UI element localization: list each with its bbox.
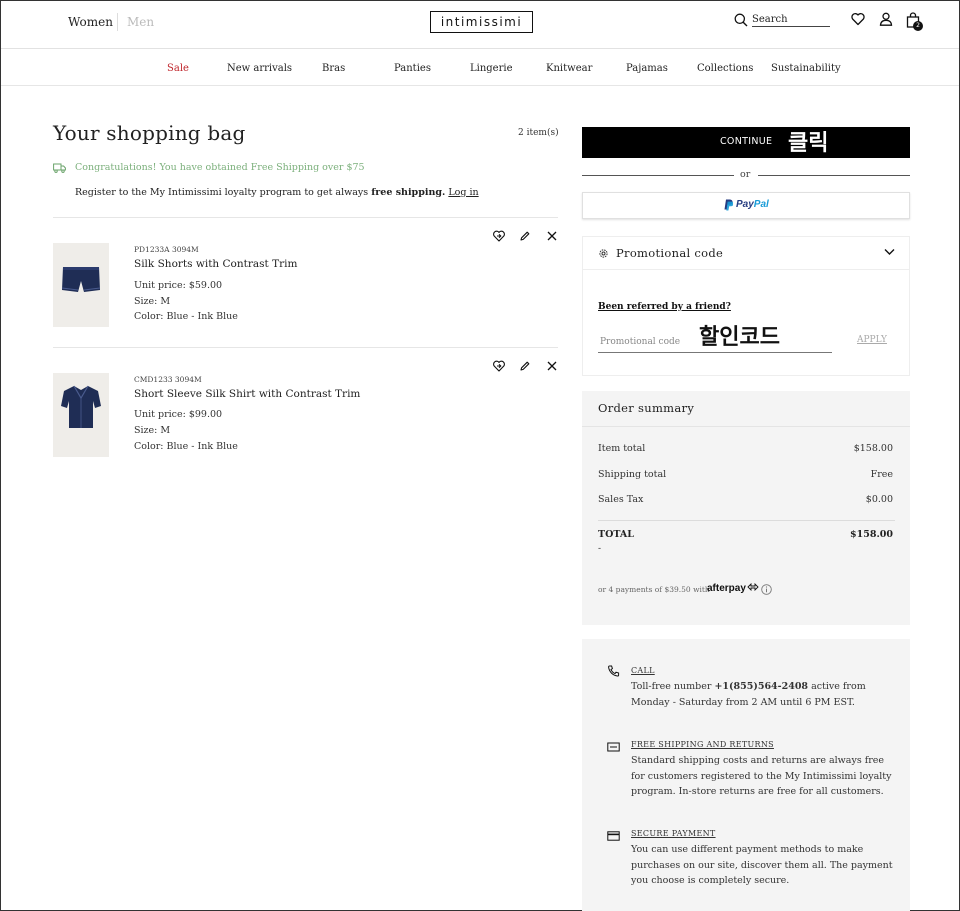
- paypal-wordmark: PayPal: [736, 199, 769, 210]
- shipping-total-value: Free: [870, 469, 893, 480]
- brand-logo[interactable]: intimissimi: [430, 11, 533, 33]
- afterpay-arrows-icon: [747, 582, 759, 592]
- info-icon[interactable]: [761, 584, 772, 595]
- product-unit-price: Unit price: $59.00: [134, 280, 223, 291]
- user-icon[interactable]: [879, 12, 893, 26]
- category-collections[interactable]: Collections: [697, 63, 753, 74]
- heart-icon[interactable]: [851, 12, 865, 26]
- category-new-arrivals[interactable]: New arrivals: [227, 63, 292, 74]
- remove-close-icon[interactable]: [546, 360, 558, 372]
- truck-icon: [53, 163, 66, 173]
- search-input[interactable]: [752, 13, 830, 27]
- total-value: $158.00: [850, 529, 893, 540]
- loyalty-register-text: Register to the My Intimissimi loyalty p…: [75, 187, 479, 198]
- category-sustainability[interactable]: Sustainability: [771, 63, 841, 74]
- continue-label: CONTINUE: [720, 136, 773, 147]
- product-code: PD1233A 3094M: [134, 245, 199, 254]
- product-color: Color: Blue - Ink Blue: [134, 311, 238, 322]
- product-name[interactable]: Silk Shorts with Contrast Trim: [134, 258, 297, 270]
- total-label: TOTAL: [598, 529, 634, 540]
- category-pajamas[interactable]: Pajamas: [626, 63, 668, 74]
- category-lingerie[interactable]: Lingerie: [470, 63, 513, 74]
- promo-code-annotation: 할인코드: [699, 325, 780, 350]
- nav-separator: [117, 13, 118, 31]
- product-code: CMD1233 3094M: [134, 375, 202, 384]
- items-count: 2 item(s): [518, 128, 559, 138]
- summary-divider: [582, 426, 910, 427]
- gear-icon: [599, 249, 608, 258]
- total-dash: -: [598, 544, 602, 554]
- or-divider-right: [758, 175, 910, 176]
- promo-header-divider: [582, 269, 910, 270]
- edit-pencil-icon[interactable]: [519, 230, 531, 242]
- call-text-prefix: Toll-free number: [631, 681, 715, 692]
- promo-code-title[interactable]: Promotional code: [616, 246, 723, 260]
- apply-button[interactable]: APPLY: [857, 335, 887, 345]
- toll-free-number: +1(855)564-2408: [714, 681, 809, 692]
- divider: [53, 347, 558, 348]
- nav-women-link[interactable]: Women: [68, 15, 113, 29]
- shirt-image: [61, 385, 101, 428]
- bag-count-badge: 2: [913, 21, 923, 31]
- remove-close-icon[interactable]: [546, 230, 558, 242]
- item-total-label: Item total: [598, 443, 646, 454]
- afterpay-wordmark: afterpay: [707, 583, 746, 594]
- order-summary-title: Order summary: [598, 401, 695, 415]
- shipping-total-label: Shipping total: [598, 469, 667, 480]
- product-image-shorts[interactable]: [53, 243, 109, 327]
- click-annotation: 클릭: [788, 131, 829, 156]
- nav-men-link[interactable]: Men: [127, 15, 154, 29]
- afterpay-installments-text: or 4 payments of $39.50 with: [598, 585, 710, 594]
- phone-icon: [608, 665, 620, 677]
- chevron-down-icon[interactable]: [884, 248, 895, 256]
- product-unit-price: Unit price: $99.00: [134, 409, 223, 420]
- shipping-box-icon: [607, 742, 620, 752]
- payment-info-text: You can use different payment methods to…: [631, 844, 893, 886]
- search-icon[interactable]: [734, 13, 748, 27]
- total-divider: [598, 520, 895, 521]
- product-color: Color: Blue - Ink Blue: [134, 441, 238, 452]
- product-size: Size: M: [134, 296, 171, 307]
- product-size: Size: M: [134, 425, 171, 436]
- shipping-info-text: Standard shipping costs and returns are …: [631, 755, 892, 797]
- paypal-button[interactable]: PayPal: [582, 192, 910, 219]
- login-link[interactable]: Log in: [448, 187, 478, 198]
- call-link[interactable]: CALL: [631, 666, 655, 675]
- credit-card-icon: [607, 831, 620, 841]
- afterpay-logo: afterpay: [707, 582, 759, 594]
- move-to-wishlist-icon[interactable]: [493, 360, 505, 372]
- secure-payment-link[interactable]: SECURE PAYMENT: [631, 829, 716, 838]
- free-shipping-returns-link[interactable]: FREE SHIPPING AND RETURNS: [631, 740, 774, 749]
- product-name[interactable]: Short Sleeve Silk Shirt with Contrast Tr…: [134, 388, 360, 400]
- page-title: Your shopping bag: [53, 121, 246, 145]
- category-knitwear[interactable]: Knitwear: [546, 63, 592, 74]
- shorts-image: [61, 267, 101, 292]
- or-text: or: [740, 169, 751, 180]
- category-sale[interactable]: Sale: [167, 63, 189, 74]
- paypal-pay-text: Pay: [736, 199, 754, 210]
- paypal-logo-icon: [724, 199, 733, 211]
- referred-friend-link[interactable]: Been referred by a friend?: [598, 302, 731, 312]
- paypal-pal-text: Pal: [753, 199, 769, 210]
- continue-button[interactable]: CONTINUE: [582, 127, 910, 158]
- free-shipping-message: Congratulations! You have obtained Free …: [75, 162, 365, 173]
- edit-pencil-icon[interactable]: [519, 360, 531, 372]
- sales-tax-label: Sales Tax: [598, 494, 644, 505]
- item-total-value: $158.00: [853, 443, 893, 454]
- call-info-text: Toll-free number +1(855)564-2408 active …: [631, 679, 893, 710]
- product-image-shirt[interactable]: [53, 373, 109, 457]
- sales-tax-value: $0.00: [865, 494, 893, 505]
- category-panties[interactable]: Panties: [394, 63, 431, 74]
- divider: [53, 217, 558, 218]
- move-to-wishlist-icon[interactable]: [493, 230, 505, 242]
- category-bras[interactable]: Bras: [322, 63, 345, 74]
- loyalty-text: Register to the My Intimissimi loyalty p…: [75, 187, 372, 198]
- or-divider-left: [582, 175, 734, 176]
- loyalty-bold-text: free shipping.: [371, 187, 446, 198]
